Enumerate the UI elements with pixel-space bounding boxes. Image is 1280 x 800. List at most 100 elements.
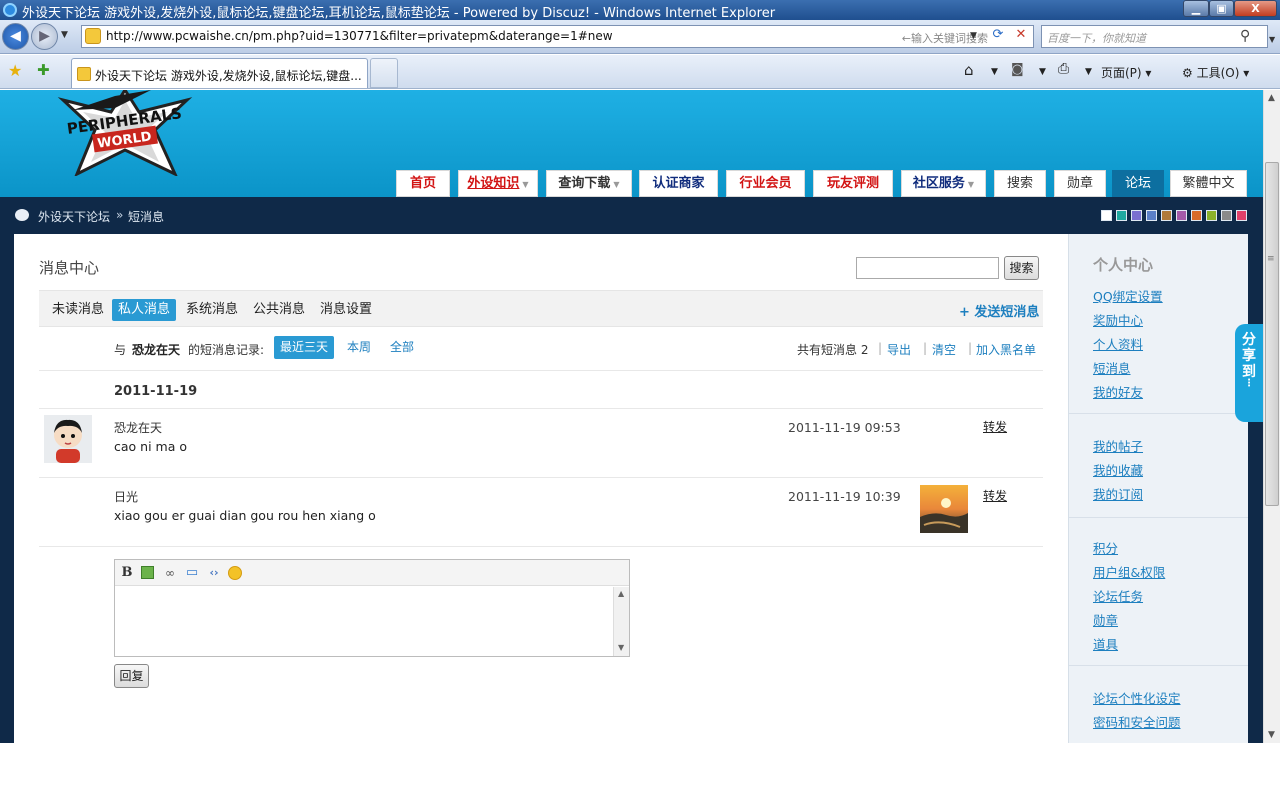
nav-home[interactable]: 首页 [396,170,450,197]
send-pm-link[interactable]: + 发送短消息 [959,301,1039,320]
tools-menu[interactable]: ⚙ 工具(O) ▾ [1182,64,1249,81]
theme-swatch[interactable] [1176,210,1187,221]
breadcrumb-current[interactable]: 短消息 [128,208,164,225]
sidebar-item-props[interactable]: 道具 [1093,634,1118,653]
home-icon[interactable]: ⌂ [964,61,974,79]
avatar[interactable] [44,415,92,463]
nav-merchants[interactable]: 认证商家 [639,170,718,197]
theme-swatch[interactable] [1116,210,1127,221]
nav-search[interactable]: 搜索 [994,170,1046,197]
bold-icon[interactable]: B [119,565,135,581]
message-author[interactable]: 日光 [114,488,138,505]
theme-swatch[interactable] [1236,210,1247,221]
forward-link[interactable]: 转发 [983,418,1007,435]
export-link[interactable]: 导出 [887,341,911,358]
sidebar-item-medals[interactable]: 勋章 [1093,610,1118,629]
sidebar-item-personalize[interactable]: 论坛个性化设定 [1093,688,1181,707]
nav-members[interactable]: 行业会员 [726,170,805,197]
nav-reviews[interactable]: 玩友评测 [813,170,893,197]
print-dropdown-icon[interactable]: ▼ [1085,67,1092,77]
maximize-button[interactable]: ▣ [1209,0,1234,17]
clear-link[interactable]: 清空 [932,341,956,358]
link-icon[interactable]: ∞ [162,565,178,581]
feeds-icon[interactable]: ◙ [1011,62,1024,77]
sidebar-item-profile[interactable]: 个人资料 [1093,334,1143,353]
reply-textarea[interactable] [115,587,613,656]
new-tab-button[interactable] [370,58,398,88]
range-last-3-days[interactable]: 最近三天 [274,336,335,359]
address-bar[interactable]: http://www.pcwaishe.cn/pm.php?uid=130771… [81,25,1034,48]
close-button[interactable]: X [1234,0,1277,17]
scroll-down-icon[interactable]: ▼ [1268,730,1275,740]
sidebar-item-friends[interactable]: 我的好友 [1093,382,1143,401]
code-icon[interactable]: ‹› [206,565,222,581]
theme-swatch[interactable] [1161,210,1172,221]
home-dropdown-icon[interactable]: ▼ [991,67,998,77]
breadcrumb-home[interactable]: 外设天下论坛 [38,208,110,225]
sidebar-item-qq-bind[interactable]: QQ绑定设置 [1093,286,1163,305]
range-this-week[interactable]: 本周 [341,336,377,359]
sidebar-item-pm[interactable]: 短消息 [1093,358,1131,377]
browser-tab-active[interactable]: 外设天下论坛 游戏外设,发烧外设,鼠标论坛,键盘... [71,58,368,88]
tab-system[interactable]: 系统消息 [180,299,244,321]
image-icon[interactable] [141,566,154,579]
browser-search-box[interactable]: 百度一下，你就知道 ⚲ [1041,25,1268,48]
sidebar-item-subscriptions[interactable]: 我的订阅 [1093,484,1143,503]
pm-search-button[interactable]: 搜索 [1004,256,1039,280]
refresh-icon[interactable]: ⟳ [988,27,1008,46]
tab-unread[interactable]: 未读消息 [46,299,110,321]
nav-medals[interactable]: 勋章 [1054,170,1106,197]
nav-forum[interactable]: 论坛 [1112,170,1164,197]
scroll-thumb[interactable] [1265,162,1279,506]
editor-scrollbar[interactable]: ▲ ▼ [613,587,629,656]
feeds-dropdown-icon[interactable]: ▼ [1039,67,1046,77]
stop-icon[interactable]: ✕ [1011,27,1031,46]
scroll-up-icon[interactable]: ▲ [618,589,624,598]
scroll-up-icon[interactable]: ▲ [1268,93,1275,103]
print-icon[interactable]: ⎙ [1058,61,1069,77]
search-dropdown-icon[interactable]: ▼ [1269,35,1275,44]
sidebar-item-favorites[interactable]: 我的收藏 [1093,460,1143,479]
sidebar-item-threads[interactable]: 我的帖子 [1093,436,1143,455]
sidebar-item-credits[interactable]: 积分 [1093,538,1118,557]
tab-public[interactable]: 公共消息 [247,299,311,321]
theme-swatch[interactable] [1146,210,1157,221]
tab-settings[interactable]: 消息设置 [314,299,378,321]
address-url[interactable]: http://www.pcwaishe.cn/pm.php?uid=130771… [106,29,613,43]
scroll-down-icon[interactable]: ▼ [618,643,624,652]
range-all[interactable]: 全部 [384,336,420,359]
blacklist-link[interactable]: 加入黑名单 [976,341,1036,358]
nav-knowledge[interactable]: 外设知识 ▼ [458,170,538,197]
nav-download[interactable]: 查询下载 ▼ [546,170,632,197]
forward-button[interactable]: ▶ [31,23,58,50]
minimize-button[interactable]: ▁ [1183,0,1209,17]
page-scrollbar[interactable]: ▲ ≡ ▼ [1263,90,1280,743]
nav-traditional[interactable]: 繁體中文 [1170,170,1247,197]
back-button[interactable]: ◀ [2,23,29,50]
avatar[interactable] [920,485,968,533]
site-logo[interactable]: PERIPHERALS WORLD [55,90,195,176]
sidebar-item-rewards[interactable]: 奖励中心 [1093,310,1143,329]
theme-swatch[interactable] [1131,210,1142,221]
theme-swatch[interactable] [1221,210,1232,221]
sidebar-item-tasks[interactable]: 论坛任务 [1093,586,1143,605]
message-author[interactable]: 恐龙在天 [114,419,162,436]
quote-icon[interactable]: ▭ [184,565,200,581]
pm-search-input[interactable] [856,257,999,279]
history-dropdown-icon[interactable]: ▼ [61,30,68,40]
sidebar-item-password[interactable]: 密码和安全问题 [1093,712,1181,731]
theme-swatch[interactable] [1206,210,1217,221]
share-button[interactable]: 分享到 ⋮ [1235,324,1263,422]
theme-swatch[interactable] [1191,210,1202,221]
nav-community[interactable]: 社区服务 ▼ [901,170,986,197]
address-dropdown-icon[interactable]: ▼ [970,31,977,41]
search-icon[interactable]: ⚲ [1240,28,1250,44]
smiley-icon[interactable] [228,566,242,580]
forward-link[interactable]: 转发 [983,487,1007,504]
reply-button[interactable]: 回复 [114,664,149,688]
sidebar-item-usergroup[interactable]: 用户组&权限 [1093,562,1165,581]
add-favorites-icon[interactable]: ✚ [37,61,50,79]
theme-swatch[interactable] [1101,210,1112,221]
tab-private[interactable]: 私人消息 [112,299,177,321]
favorites-star-icon[interactable]: ★ [8,61,22,80]
